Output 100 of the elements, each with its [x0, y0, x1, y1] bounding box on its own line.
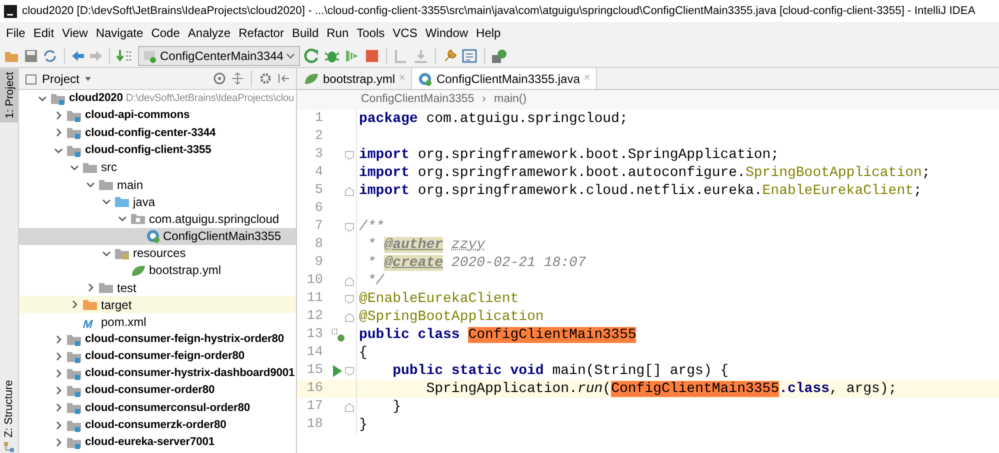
menu-item[interactable]: Help: [472, 24, 505, 42]
expanded-chevron-icon[interactable]: [102, 248, 110, 258]
line-number: 17: [306, 398, 323, 416]
coverage-icon[interactable]: [344, 48, 360, 64]
tree-label: cloud-consumer-feign-hystrix-order80: [85, 332, 284, 347]
code-line: @SpringBootApplication: [359, 308, 544, 326]
line-number: 16: [306, 380, 323, 398]
code-line: /**: [359, 218, 384, 236]
menu-item[interactable]: Run: [322, 24, 353, 42]
fold-marker-icon[interactable]: [345, 366, 354, 376]
line-number: 8: [314, 236, 323, 254]
run-config-dropdown[interactable]: ConfigCenterMain3344: [138, 46, 300, 66]
line-number: 6: [314, 200, 323, 218]
hide-icon[interactable]: [277, 72, 290, 85]
save-icon[interactable]: [24, 48, 38, 62]
fold-marker-icon[interactable]: [345, 222, 354, 232]
leaf-icon: [130, 264, 146, 277]
code-line: * @create 2020-02-21 18:07: [366, 254, 586, 272]
tree-item[interactable]: resources: [19, 244, 296, 262]
tree-label: cloud-config-center-3344: [85, 126, 216, 141]
line-number: 2: [314, 128, 323, 146]
tree-item[interactable]: src: [19, 158, 296, 176]
fold-marker-icon[interactable]: [345, 402, 354, 412]
tree-item[interactable]: cloud-config-center-3344: [19, 124, 296, 142]
expanded-chevron-icon[interactable]: [38, 94, 46, 104]
folder-icon: [82, 298, 98, 312]
menu-item[interactable]: Code: [147, 24, 184, 42]
menu-item[interactable]: Analyze: [184, 24, 235, 42]
run-icon[interactable]: [331, 364, 343, 378]
menu-item[interactable]: Refactor: [234, 24, 288, 42]
line-number: 4: [314, 164, 323, 182]
menu-item[interactable]: View: [58, 24, 92, 42]
tree-item[interactable]: main: [19, 176, 296, 194]
code-line: */: [366, 272, 384, 290]
tree-item[interactable]: cloud-consumer-feign-hystrix-order80: [19, 330, 296, 348]
fold-marker-icon[interactable]: [345, 276, 354, 286]
line-number: 18: [306, 416, 323, 434]
menu-item[interactable]: VCS: [388, 24, 422, 42]
editor-tab[interactable]: ConfigClientMain3355.java ×: [412, 68, 598, 89]
tree-item[interactable]: ConfigClientMain3355: [19, 228, 296, 245]
tree-label: cloud2020: [69, 91, 123, 106]
sync-icon[interactable]: [42, 48, 58, 62]
class-icon: [146, 229, 160, 244]
caret-icon[interactable]: [84, 76, 92, 82]
tree-item[interactable]: cloud-config-client-3355: [19, 142, 296, 159]
line-number: 13: [306, 326, 323, 344]
tree-item[interactable]: cloud-consumer-feign-order80: [19, 348, 296, 365]
tree-item[interactable]: java: [19, 193, 296, 210]
tree-label: cloud-consumerzk-order80: [85, 418, 226, 433]
menu-item[interactable]: File: [2, 24, 30, 42]
build-icon[interactable]: [116, 48, 134, 62]
tree-item[interactable]: pom.xml: [19, 313, 296, 331]
menu-item[interactable]: Edit: [29, 24, 58, 42]
collapse-icon[interactable]: [231, 72, 244, 85]
tree-label: target: [101, 296, 132, 314]
tree-item[interactable]: cloud-api-commons: [19, 107, 296, 124]
structure-icon[interactable]: [3, 441, 15, 453]
tab-label: bootstrap.yml: [323, 70, 396, 88]
tree-label: cloud-consumer-hystrix-dashboard9001: [85, 366, 295, 382]
breadcrumb[interactable]: main(): [494, 91, 527, 109]
tree-item[interactable]: cloud-consumerzk-order80: [19, 416, 296, 434]
breadcrumb-separator: ›: [482, 92, 486, 108]
menu-item[interactable]: Build: [288, 24, 323, 42]
tree-item[interactable]: cloud-eureka-server7001: [19, 434, 296, 451]
menu-item[interactable]: Navigate: [92, 24, 148, 42]
tree-item[interactable]: bootstrap.yml: [19, 262, 296, 280]
fold-marker-icon[interactable]: [345, 294, 354, 304]
tree-item[interactable]: com.atguigu.springcloud: [19, 210, 296, 228]
menu-item[interactable]: Window: [421, 24, 472, 42]
tree-item[interactable]: cloud-consumer-hystrix-dashboard9001: [19, 365, 296, 382]
line-number: 3: [314, 146, 323, 164]
tool-window-tab[interactable]: Z: Structure: [0, 376, 20, 441]
class-gutter-icon[interactable]: [331, 328, 345, 342]
tree-item[interactable]: test: [19, 279, 296, 296]
back-arrow-icon[interactable]: [71, 48, 85, 62]
tree-label: java: [133, 194, 156, 211]
module-folder-icon: [66, 367, 82, 380]
stop-icon[interactable]: [364, 48, 380, 64]
rerun-icon[interactable]: [304, 48, 320, 64]
tree-item[interactable]: cloud-consumer-order80: [19, 382, 296, 400]
line-number: 14: [306, 344, 323, 362]
folder-icon: [114, 246, 130, 260]
fold-marker-icon[interactable]: [345, 150, 354, 160]
breadcrumb[interactable]: ConfigClientMain3355: [361, 91, 474, 109]
menu-item[interactable]: Tools: [352, 24, 389, 42]
project-path: D:\devSoft\JetBrains\IdeaProjects\clou: [126, 92, 294, 106]
fold-marker-icon[interactable]: [345, 186, 354, 196]
settings-icon[interactable]: [259, 72, 272, 85]
locate-icon[interactable]: [213, 72, 226, 85]
code-line: {: [359, 344, 368, 362]
tree-item[interactable]: cloud-consumerconsul-order80: [19, 399, 296, 417]
fold-marker-icon[interactable]: [345, 312, 354, 322]
structure-icon[interactable]: [462, 48, 478, 64]
sdk-icon[interactable]: [491, 48, 508, 64]
tree-item[interactable]: cloud2020 D:\devSoft\JetBrains\IdeaProjects\clou: [19, 90, 296, 108]
tree-item[interactable]: target: [19, 296, 296, 314]
panel-title[interactable]: Project: [42, 70, 80, 88]
tool-window-tab[interactable]: 1: Project: [0, 68, 18, 122]
project-view-icon[interactable]: [25, 72, 37, 84]
module-folder-icon: [66, 332, 82, 346]
